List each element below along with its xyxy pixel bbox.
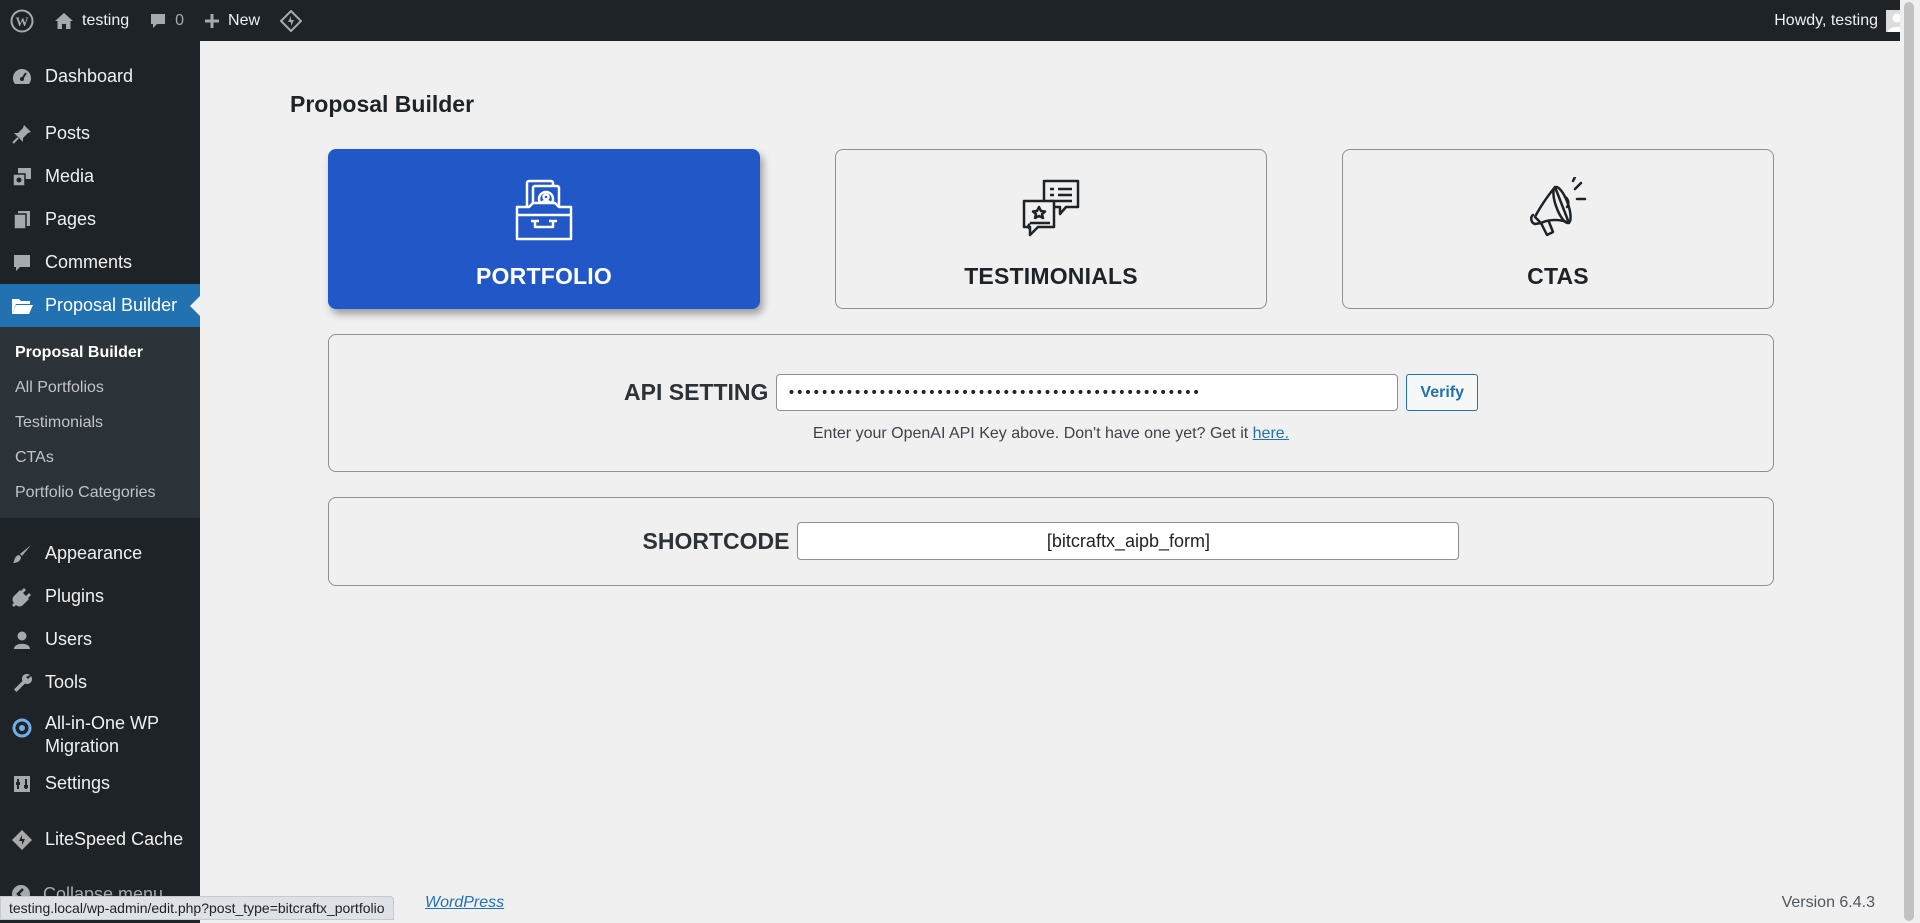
shortcode-row: SHORTCODE	[329, 522, 1773, 560]
sidebar-item-proposal-builder[interactable]: Proposal Builder	[0, 284, 200, 327]
sidebar-item-dashboard[interactable]: Dashboard	[0, 55, 200, 98]
shortcode-label: SHORTCODE	[642, 527, 790, 554]
new-label: New	[228, 11, 261, 29]
plus-icon	[204, 13, 220, 29]
shortcode-panel: SHORTCODE	[328, 497, 1774, 586]
sidebar-item-tools[interactable]: Tools	[0, 661, 200, 704]
sidebar-item-posts[interactable]: Posts	[0, 112, 200, 155]
submenu-item-portfolio-categories[interactable]: Portfolio Categories	[0, 475, 200, 510]
api-help-message: Enter your OpenAI API Key above. Don't h…	[812, 425, 1249, 442]
sidebar-item-media[interactable]: Media	[0, 155, 200, 198]
portfolio-card[interactable]: PORTFOLIO	[328, 149, 760, 309]
testimonials-card[interactable]: TESTIMONIALS	[835, 149, 1267, 309]
plug-icon	[10, 585, 34, 609]
sidebar-item-label: All-in-One WP Migration	[45, 713, 159, 756]
chat-bubbles-icon	[1018, 177, 1084, 243]
comment-icon	[10, 251, 34, 275]
testimonials-card-label: TESTIMONIALS	[964, 262, 1138, 289]
sidebar-item-pages[interactable]: Pages	[0, 198, 200, 241]
api-setting-panel: API SETTING Verify Enter your OpenAI API…	[328, 334, 1774, 472]
api-key-input[interactable]	[776, 374, 1399, 411]
sidebar-item-label: Appearance	[45, 543, 143, 563]
wrench-icon	[10, 671, 34, 695]
ctas-card[interactable]: CTAS	[1342, 149, 1774, 309]
home-icon	[54, 11, 74, 31]
sidebar-item-label: Settings	[45, 773, 111, 793]
portfolio-folder-icon	[511, 177, 577, 243]
migration-icon	[10, 716, 34, 740]
dashboard-icon	[10, 65, 34, 89]
wordpress-logo-icon: W	[10, 9, 34, 33]
site-name-link[interactable]: testing	[44, 0, 139, 41]
new-content-link[interactable]: New	[194, 0, 270, 41]
ctas-card-label: CTAS	[1527, 262, 1589, 289]
sidebar-item-label: Posts	[45, 123, 91, 143]
howdy-greeting: Howdy, testing	[1774, 11, 1878, 29]
main-content: Proposal Builder PORTFOLIO TESTIMONIALS …	[200, 41, 1900, 923]
submenu-item-all-portfolios[interactable]: All Portfolios	[0, 370, 200, 405]
api-key-link[interactable]: here.	[1253, 425, 1289, 442]
submenu-item-ctas[interactable]: CTAs	[0, 440, 200, 475]
version-text: Version 6.4.3	[1781, 894, 1875, 911]
portfolio-card-label: PORTFOLIO	[476, 262, 612, 289]
scrollbar-thumb[interactable]	[1904, 2, 1914, 921]
sidebar-item-appearance[interactable]: Appearance	[0, 532, 200, 575]
user-icon	[10, 628, 34, 652]
wordpress-credit-link[interactable]: WordPress	[425, 894, 504, 912]
sidebar-item-all-in-one-wp-migration[interactable]: All-in-One WP Migration	[0, 704, 200, 759]
pages-icon	[10, 208, 34, 232]
proposal-builder-submenu: Proposal Builder All Portfolios Testimon…	[0, 327, 200, 518]
admin-sidebar: Dashboard Posts Media Pages Comments Pro…	[0, 41, 200, 923]
litespeed-diamond-icon	[280, 9, 303, 32]
comments-count: 0	[175, 11, 185, 29]
sidebar-item-label: Pages	[45, 209, 97, 229]
api-help-text: Enter your OpenAI API Key above. Don't h…	[329, 425, 1773, 443]
media-icon	[10, 165, 34, 189]
svg-text:W: W	[16, 14, 29, 29]
page-title: Proposal Builder	[290, 91, 475, 117]
sidebar-item-label: Tools	[45, 672, 88, 692]
sidebar-item-label: LiteSpeed Cache	[45, 829, 184, 849]
submenu-item-proposal-builder[interactable]: Proposal Builder	[0, 335, 200, 370]
megaphone-icon	[1525, 175, 1591, 243]
settings-icon	[10, 772, 34, 796]
comment-bubble-icon	[149, 12, 167, 30]
verify-button[interactable]: Verify	[1406, 374, 1478, 411]
sidebar-item-label: Media	[45, 166, 95, 186]
sidebar-item-label: Users	[45, 629, 93, 649]
api-setting-row: API SETTING Verify	[329, 374, 1773, 411]
pin-icon	[10, 122, 34, 146]
litespeed-icon	[10, 828, 34, 852]
sidebar-item-label: Comments	[45, 252, 133, 272]
site-name-label: testing	[82, 11, 130, 29]
submenu-item-testimonials[interactable]: Testimonials	[0, 405, 200, 440]
sidebar-item-litespeed-cache[interactable]: LiteSpeed Cache	[0, 818, 200, 861]
sidebar-item-label: Plugins	[45, 586, 105, 606]
sidebar-item-label: Proposal Builder	[45, 295, 178, 315]
sidebar-item-users[interactable]: Users	[0, 618, 200, 661]
api-setting-label: API SETTING	[624, 379, 769, 405]
wp-logo-menu[interactable]: W	[0, 0, 44, 41]
brush-icon	[10, 542, 34, 566]
my-account[interactable]: Howdy, testing	[1774, 9, 1920, 32]
sidebar-item-plugins[interactable]: Plugins	[0, 575, 200, 618]
sidebar-item-settings[interactable]: Settings	[0, 762, 200, 805]
folder-open-icon	[10, 294, 34, 318]
page-scrollbar[interactable]	[1900, 0, 1920, 923]
comments-link[interactable]: 0	[139, 0, 194, 41]
admin-bar: W testing 0 New Howdy, testing	[0, 0, 1920, 41]
shortcode-input[interactable]	[797, 522, 1460, 560]
browser-status-bar: testing.local/wp-admin/edit.php?post_typ…	[0, 896, 394, 920]
sidebar-item-label: Dashboard	[45, 66, 134, 86]
sidebar-item-comments[interactable]: Comments	[0, 241, 200, 284]
litespeed-adminbar-link[interactable]	[270, 0, 320, 41]
